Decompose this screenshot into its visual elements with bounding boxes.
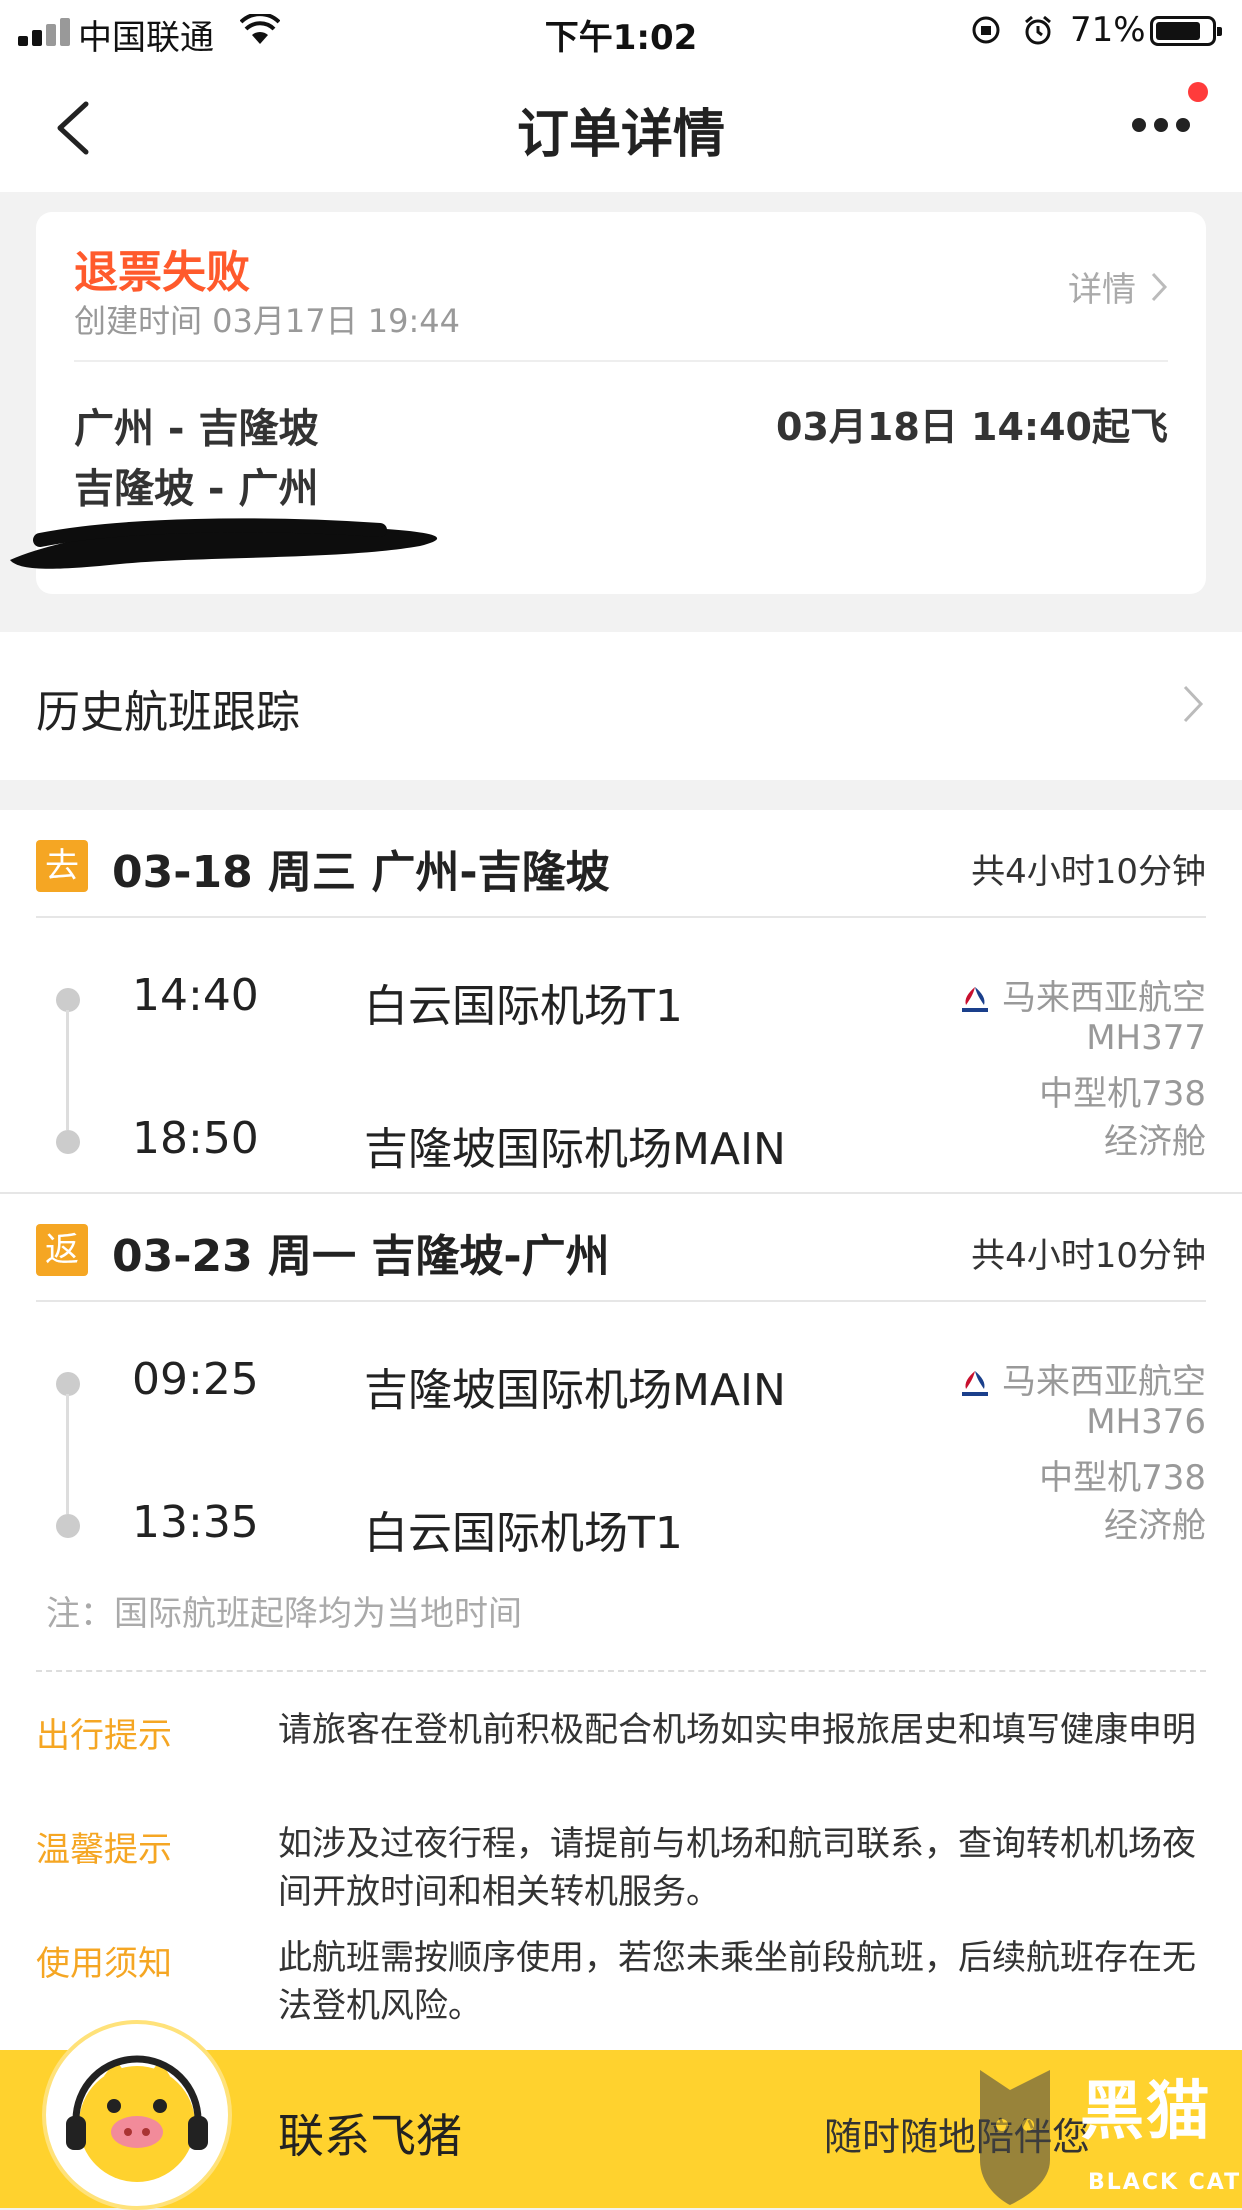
timeline-dot (56, 1372, 80, 1396)
arrival-time: 13:35 (132, 1497, 259, 1548)
departure-time: 14:40 (132, 970, 259, 1021)
segment-header-return: 返 03-23 周一 吉隆坡-广州 共4小时10分钟 (36, 1194, 1206, 1304)
arrival-airport: 吉隆坡国际机场MAIN (364, 1124, 786, 1175)
departure-airport: 白云国际机场T1 (364, 981, 683, 1032)
fliggy-mascot-avatar (42, 2020, 232, 2210)
tip-title-reminder: 温馨提示 (36, 1830, 172, 1870)
cabin-class: 经济舱 (1104, 1122, 1206, 1162)
orientation-lock-icon (972, 16, 1000, 44)
timeline-line (66, 1394, 69, 1514)
segment-duration: 共4小时10分钟 (971, 1236, 1206, 1276)
battery-icon (1150, 16, 1222, 46)
aircraft-type: 中型机738 (1039, 1458, 1206, 1498)
local-time-note: 注：国际航班起降均为当地时间 (46, 1594, 522, 1634)
chevron-right-icon (1183, 685, 1204, 723)
timeline-dot (56, 1130, 80, 1154)
itinerary-section: 去 03-18 周三 广州-吉隆坡 共4小时10分钟 14:40 白云国际机场T… (0, 810, 1242, 2050)
departure-airport: 吉隆坡国际机场MAIN (364, 1365, 786, 1416)
arrival-time: 18:50 (132, 1113, 259, 1164)
tip-title-usage: 使用须知 (36, 1944, 172, 1984)
route-outbound: 广州 - 吉隆坡 (74, 406, 319, 452)
divider (36, 916, 1206, 918)
tip-title-travel: 出行提示 (36, 1716, 172, 1756)
order-status-card: 退票失败 创建时间 03月17日 19:44 详情 广州 - 吉隆坡 吉隆坡 -… (10, 212, 1206, 594)
alarm-icon (1025, 15, 1051, 45)
page-title: 订单详情 (516, 105, 725, 165)
notification-dot (1188, 82, 1208, 102)
more-options-icon[interactable] (1132, 118, 1192, 134)
detail-label: 详情 (1068, 270, 1136, 310)
refund-status: 退票失败 (74, 247, 250, 298)
clock: 下午1:02 (544, 18, 698, 58)
cabin-class: 经济舱 (1104, 1506, 1206, 1546)
segment-date-route: 03-23 周一 吉隆坡-广州 (112, 1231, 610, 1282)
status-bar: 中国联通 下午1:02 71% (0, 0, 1242, 62)
watermark-text: 黑猫 (1080, 2075, 1212, 2149)
airline-name: 马来西亚航空 (958, 970, 1206, 1019)
timeline-dot (56, 988, 80, 1012)
tip-body-usage: 此航班需按顺序使用，若您未乘坐前段航班，后续航班存在无法登机风险。 (278, 1938, 1196, 2026)
contact-label: 联系飞猪 (278, 2109, 462, 2163)
segment-duration: 共4小时10分钟 (971, 852, 1206, 892)
watermark-subtext: BLACK CAT (1088, 2170, 1242, 2195)
navigation-bar: 订单详情 (0, 62, 1242, 192)
created-time: 创建时间 03月17日 19:44 (74, 302, 461, 340)
mascot-pig-icon (66, 2055, 208, 2182)
flight-number: MH377 (1086, 1018, 1206, 1058)
redaction-scribble (10, 518, 438, 569)
airline-name: 马来西亚航空 (958, 1354, 1206, 1403)
flight-number: MH376 (1086, 1402, 1206, 1442)
dashed-divider (36, 1670, 1206, 1672)
route-return: 吉隆坡 - 广州 (74, 466, 319, 512)
malaysia-airlines-logo-icon (962, 1370, 988, 1396)
outbound-tag: 去 (36, 840, 88, 892)
aircraft-type: 中型机738 (1039, 1074, 1206, 1114)
arrival-airport: 白云国际机场T1 (364, 1508, 683, 1559)
malaysia-airlines-logo-icon (962, 986, 988, 1012)
tip-body-travel: 请旅客在登机前积极配合机场如实申报旅居史和填写健康申明 (278, 1710, 1196, 1750)
tip-body-reminder: 如涉及过夜行程，请提前与机场和航司联系，查询转机机场夜间开放时间和相关转机服务。 (278, 1824, 1196, 1912)
departure-time: 09:25 (132, 1354, 259, 1405)
divider (74, 360, 1168, 362)
divider (36, 1300, 1206, 1302)
return-tag: 返 (36, 1224, 88, 1276)
segment-date-route: 03-18 周三 广州-吉隆坡 (112, 847, 610, 898)
airline-label: 马来西亚航空 (1002, 1362, 1206, 1402)
timeline-dot (56, 1514, 80, 1538)
battery-percent: 71% (1070, 10, 1146, 50)
departure-time: 03月18日 14:40起飞 (776, 405, 1168, 449)
history-flight-tracking-row[interactable]: 历史航班跟踪 (0, 632, 1242, 780)
chevron-right-icon (1151, 272, 1168, 301)
timeline-line (66, 1010, 69, 1130)
airline-label: 马来西亚航空 (1002, 978, 1206, 1018)
history-label: 历史航班跟踪 (36, 687, 300, 738)
segment-header-outbound: 去 03-18 周三 广州-吉隆坡 共4小时10分钟 (36, 810, 1206, 920)
detail-link[interactable]: 详情 (1068, 262, 1168, 311)
